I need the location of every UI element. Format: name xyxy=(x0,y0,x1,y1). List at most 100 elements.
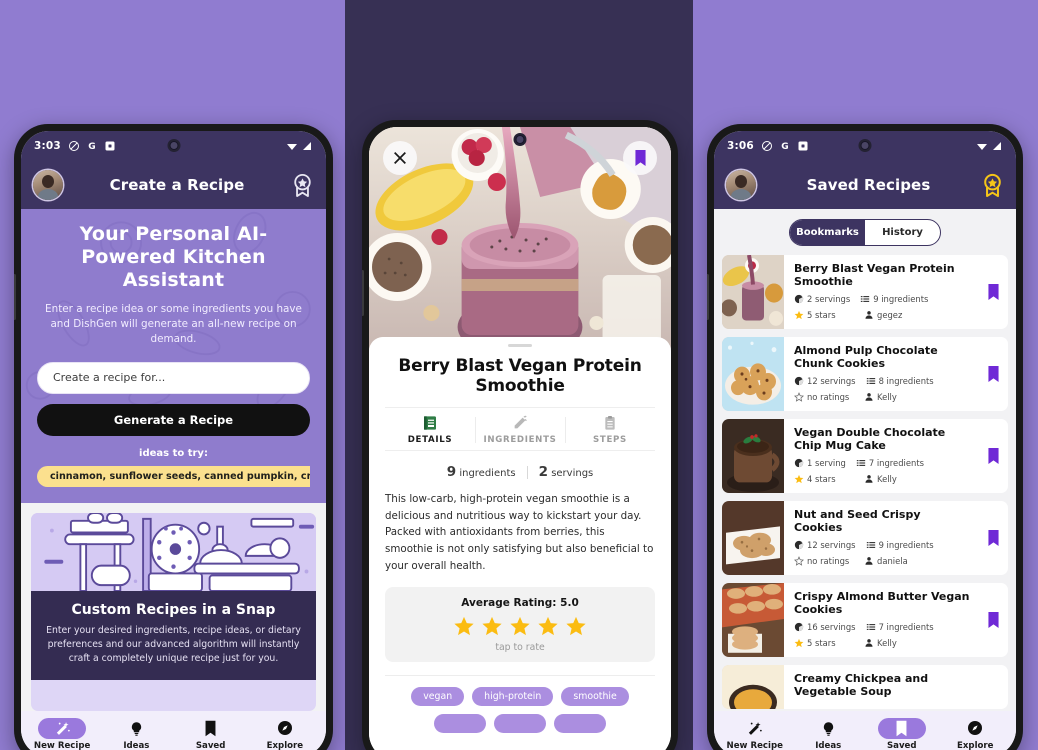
tag-chip[interactable]: smoothie xyxy=(561,687,629,707)
bookmark-button[interactable] xyxy=(978,501,1008,575)
promo-card[interactable]: Custom Recipes in a Snap Enter your desi… xyxy=(31,512,316,711)
carrot-icon xyxy=(514,415,527,429)
phone-mockup-saved-recipes: 3:06 G Saved Recipes Bookmarks History B… xyxy=(707,124,1023,750)
ingredients-text: 8 ingredients xyxy=(878,376,934,387)
sheet-grabber[interactable] xyxy=(508,344,532,347)
avatar[interactable] xyxy=(726,170,756,200)
almond-cookies-thumb-icon xyxy=(722,583,784,657)
ingredients-count: 9 xyxy=(446,464,457,481)
nav-item-new-recipe[interactable]: New Recipe xyxy=(718,718,792,750)
recipe-title: Creamy Chickpea and Vegetable Soup xyxy=(794,672,929,699)
servings-icon xyxy=(794,377,804,386)
tag-chip[interactable] xyxy=(434,714,486,734)
saved-recipe-list[interactable]: Berry Blast Vegan Protein Smoothie 2 ser… xyxy=(714,255,1016,711)
recipe-meta-row: 1 serving 7 ingredients xyxy=(794,458,970,468)
star-rating[interactable] xyxy=(395,615,645,637)
app-icon xyxy=(105,141,115,151)
recipe-input[interactable]: Create a recipe for... xyxy=(37,361,310,394)
list-item[interactable]: Crispy Almond Butter Vegan Cookies 16 se… xyxy=(722,583,1008,657)
nav-item-new-recipe[interactable]: New Recipe xyxy=(25,717,99,750)
promo-illustration xyxy=(31,512,316,591)
bookmark-button[interactable] xyxy=(978,337,1008,411)
author-text: Kelly xyxy=(877,474,897,485)
smoothie-thumb-icon xyxy=(722,255,784,329)
bookmark-button[interactable] xyxy=(978,583,1008,657)
rating-box[interactable]: Average Rating: 5.0 tap to rate xyxy=(385,587,655,663)
ingredients-text: 7 ingredients xyxy=(868,458,924,469)
bookmark-icon xyxy=(634,150,646,166)
recipe-thumbnail xyxy=(722,665,784,709)
nav-item-saved[interactable]: Saved xyxy=(174,718,248,750)
nav-item-saved[interactable]: Saved xyxy=(865,717,939,750)
tab-label: STEPS xyxy=(593,435,627,446)
recipe-thumbnail xyxy=(722,501,784,575)
recipe-meta-row-2: 4 stars Kelly xyxy=(794,474,970,484)
star-icon[interactable] xyxy=(537,615,559,637)
recipe-thumbnail xyxy=(722,337,784,411)
segment-bookmarks[interactable]: Bookmarks xyxy=(790,220,865,245)
nav-item-ideas[interactable]: Ideas xyxy=(99,718,173,750)
segment-history[interactable]: History xyxy=(865,220,940,245)
list-item[interactable]: Berry Blast Vegan Protein Smoothie 2 ser… xyxy=(722,255,1008,329)
close-icon xyxy=(394,152,406,164)
servings-text: 12 servings xyxy=(807,376,856,387)
tab-details[interactable]: DETAILS xyxy=(385,415,475,445)
list-item[interactable]: Nut and Seed Crispy Cookies 12 servings … xyxy=(722,501,1008,575)
servings-text: 1 serving xyxy=(807,458,846,469)
page-title: Saved Recipes xyxy=(806,176,931,194)
tab-ingredients[interactable]: INGREDIENTS xyxy=(475,415,565,445)
idea-chip[interactable]: cinnamon, sunflower seeds, canned pumpki… xyxy=(37,465,310,487)
award-badge-icon-gold[interactable] xyxy=(981,173,1004,198)
avatar[interactable] xyxy=(33,170,63,200)
tab-steps[interactable]: STEPS xyxy=(565,415,655,445)
star-icon[interactable] xyxy=(453,615,475,637)
book-icon xyxy=(424,416,436,430)
nav-item-explore[interactable]: Explore xyxy=(248,718,322,750)
list-item[interactable]: Creamy Chickpea and Vegetable Soup xyxy=(722,665,1008,709)
bookmark-icon xyxy=(987,366,999,382)
star-icon[interactable] xyxy=(509,615,531,637)
ingredients-text: 9 ingredients xyxy=(878,540,934,551)
author-text: daniela xyxy=(877,556,908,567)
tag-chip[interactable] xyxy=(554,714,606,734)
bookmark-button[interactable] xyxy=(978,665,1008,709)
servings-count: 2 xyxy=(538,464,548,481)
tag-chip[interactable]: high-protein xyxy=(472,687,554,707)
bookmark-icon xyxy=(187,718,235,739)
promo-text: Custom Recipes in a Snap Enter your desi… xyxy=(31,590,316,680)
tag-chip[interactable]: vegan xyxy=(411,687,465,707)
author-text: Kelly xyxy=(877,392,897,403)
close-button[interactable] xyxy=(383,141,417,175)
recipe-thumbnail xyxy=(722,419,784,493)
nav-label: Saved xyxy=(886,740,917,750)
recipe-info: Crispy Almond Butter Vegan Cookies 16 se… xyxy=(784,583,978,657)
recipe-meta-row-2: no ratings daniela xyxy=(794,556,970,566)
bookmark-button[interactable] xyxy=(978,419,1008,493)
recipe-meta-row: 12 servings 8 ingredients xyxy=(794,376,970,386)
camera-cutout xyxy=(858,139,872,152)
bookmark-icon xyxy=(987,612,999,628)
tag-chip[interactable] xyxy=(494,714,546,734)
bookmark-button[interactable] xyxy=(978,255,1008,329)
rating-text: no ratings xyxy=(807,556,850,567)
bookmark-icon xyxy=(987,284,999,300)
nav-item-ideas[interactable]: Ideas xyxy=(792,718,866,750)
average-rating-label: Average Rating: 5.0 xyxy=(461,597,579,610)
award-badge-icon[interactable] xyxy=(291,173,314,198)
ingredients-label: ingredients xyxy=(459,468,516,480)
generate-recipe-button[interactable]: Generate a Recipe xyxy=(37,403,310,436)
hero-subheading: Enter a recipe idea or some ingredients … xyxy=(45,302,302,345)
list-item[interactable]: Vegan Double Chocolate Chip Mug Cake 1 s… xyxy=(722,419,1008,493)
recipe-meta-row: 12 servings 9 ingredients xyxy=(794,540,970,550)
crispy-cookies-thumb-icon xyxy=(722,501,784,575)
app-bar: Saved Recipes xyxy=(714,161,1016,209)
list-item[interactable]: Almond Pulp Chocolate Chunk Cookies 12 s… xyxy=(722,337,1008,411)
star-icon[interactable] xyxy=(481,615,503,637)
star-icon[interactable] xyxy=(565,615,587,637)
nav-label: New Recipe xyxy=(726,740,783,750)
recipe-hero-image xyxy=(369,127,671,351)
phone-mockup-recipe-detail: Berry Blast Vegan Protein Smoothie DETAI… xyxy=(362,120,678,750)
nav-item-explore[interactable]: Explore xyxy=(939,718,1013,750)
tag-section: vegan high-protein smoothie xyxy=(385,675,655,734)
bookmark-button[interactable] xyxy=(623,141,657,175)
